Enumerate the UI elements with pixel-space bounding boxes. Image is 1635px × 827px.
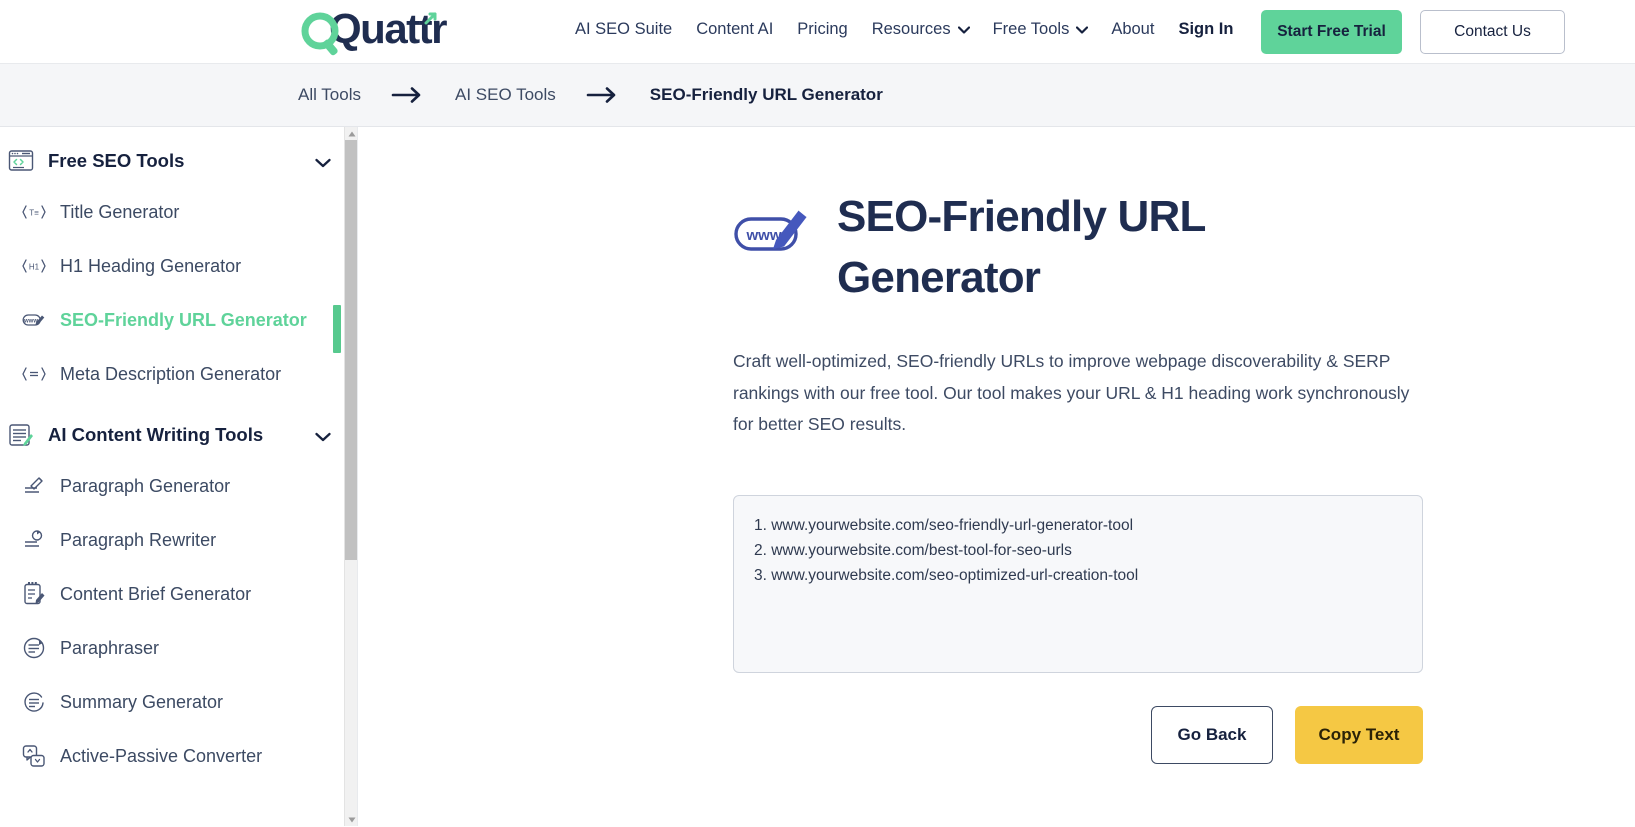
page-title: SEO-Friendly URL Generator [837,192,1206,302]
clipboard-edit-icon [22,582,46,606]
paragraph-refresh-icon [22,528,46,552]
nav-label: About [1111,20,1155,38]
page-description: Craft well-optimized, SEO-friendly URLs … [733,351,1410,434]
meta-tag-icon [22,362,46,386]
chat-swap-icon [22,744,46,768]
chevron-down-icon[interactable] [315,158,331,167]
chevron-down-icon [1076,26,1089,34]
scroll-up-arrow-icon[interactable] [345,127,357,140]
url-pencil-icon: www [22,308,46,332]
sidebar-item-label: Title Generator [60,201,180,222]
breadcrumb: All Tools AI SEO Tools SEO-Friendly URL … [0,64,1635,127]
sidebar-item-summary-generator[interactable]: Summary Generator [0,675,344,729]
breadcrumb-item-ai-seo-tools[interactable]: AI SEO Tools [455,85,556,105]
sidebar: Free SEO Tools T≡ Title Generator H1 H1 … [0,127,358,826]
nav-item-free-tools[interactable]: Free Tools [992,20,1089,39]
start-free-trial-button[interactable]: Start Free Trial [1261,10,1402,54]
go-back-button[interactable]: Go Back [1151,705,1273,764]
breadcrumb-item-current: SEO-Friendly URL Generator [649,85,883,104]
nav-item-resources[interactable]: Resources [871,20,970,39]
sidebar-item-label: SEO-Friendly URL Generator [60,309,307,330]
nav-item-about[interactable]: About [1111,20,1154,39]
sidebar-scroll-region: Free SEO Tools T≡ Title Generator H1 H1 … [0,127,344,826]
summary-lines-icon [22,690,46,714]
logo-spark-icon [424,12,437,25]
action-button-row: Go Back Copy Text [733,705,1423,764]
svg-text:T≡: T≡ [29,209,39,218]
document-pencil-icon [8,422,34,448]
paragraph-pen-icon [22,474,46,498]
scroll-down-arrow-icon[interactable] [345,813,357,826]
sidebar-item-title-generator[interactable]: T≡ Title Generator [0,185,344,239]
h1-tag-icon: H1 [22,254,46,278]
sidebar-item-paragraph-generator[interactable]: Paragraph Generator [0,459,344,513]
sidebar-item-label: Paragraph Generator [60,475,231,496]
breadcrumb-item-all-tools[interactable]: All Tools [298,85,361,105]
nav-item-ai-seo-suite[interactable]: AI SEO Suite [575,20,672,39]
sidebar-item-active-passive-converter[interactable]: Active-Passive Converter [0,729,344,783]
nav-label: Free Tools [992,20,1070,38]
sidebar-item-label: Paraphraser [60,637,160,658]
sidebar-group-title: Free SEO Tools [48,150,185,171]
breadcrumb-arrow-icon [586,87,620,103]
circle-lines-icon [22,636,46,660]
page-heading-row: www SEO-Friendly URL Generator [733,187,1413,308]
nav-item-content-ai[interactable]: Content AI [696,20,773,39]
result-line: 3. www.yourwebsite.com/seo-optimized-url… [754,567,1139,585]
sidebar-item-label: Paragraph Rewriter [60,529,217,550]
nav-links: AI SEO Suite Content AI Pricing Resource… [575,20,1233,39]
sidebar-item-label: Content Brief Generator [60,583,252,604]
main-content: www SEO-Friendly URL Generator Craft wel… [358,127,1635,826]
sidebar-scrollbar[interactable] [344,127,357,826]
scrollbar-thumb[interactable] [345,140,357,560]
browser-code-icon [8,148,34,174]
chevron-down-icon [957,26,970,34]
www-pencil-icon: www [733,199,811,263]
sidebar-item-label: Active-Passive Converter [60,745,263,766]
nav-label: Resources [871,20,951,38]
sidebar-item-label: Summary Generator [60,691,224,712]
sidebar-item-content-brief-generator[interactable]: Content Brief Generator [0,567,344,621]
breadcrumb-arrow-icon [391,87,425,103]
svg-text:H1: H1 [29,263,40,272]
contact-us-button[interactable]: Contact Us [1420,10,1565,54]
logo-magnifier-icon [301,12,339,56]
nav-item-pricing[interactable]: Pricing [797,20,847,39]
sidebar-group-title: AI Content Writing Tools [48,424,264,445]
page-body: Free SEO Tools T≡ Title Generator H1 H1 … [0,127,1635,826]
top-navigation-bar: Quattr AI SEO Suite Content AI Pricing R… [0,0,1635,64]
sidebar-item-seo-friendly-url-generator[interactable]: www SEO-Friendly URL Generator [0,293,344,347]
sidebar-group-free-seo-tools[interactable]: Free SEO Tools [0,137,344,185]
nav-label: Content AI [696,20,774,38]
active-item-indicator [333,305,341,353]
sidebar-item-paragraph-rewriter[interactable]: Paragraph Rewriter [0,513,344,567]
copy-text-button[interactable]: Copy Text [1295,705,1423,764]
result-line: 1. www.yourwebsite.com/seo-friendly-url-… [754,516,1134,534]
sidebar-item-h1-heading-generator[interactable]: H1 H1 Heading Generator [0,239,344,293]
quattr-logo[interactable]: Quattr [298,8,448,56]
sidebar-item-meta-description-generator[interactable]: Meta Description Generator [0,347,344,401]
sidebar-item-paraphraser[interactable]: Paraphraser [0,621,344,675]
nav-label: AI SEO Suite [575,20,673,38]
chevron-down-icon[interactable] [315,432,331,441]
sidebar-item-label: H1 Heading Generator [60,255,242,276]
title-tag-icon: T≡ [22,200,46,224]
result-line: 2. www.yourwebsite.com/best-tool-for-seo… [754,541,1072,559]
results-output-box[interactable]: 1. www.yourwebsite.com/seo-friendly-url-… [733,494,1423,673]
nav-label: Sign In [1178,20,1234,38]
sidebar-item-label: Meta Description Generator [60,363,282,384]
sidebar-group-ai-content-writing-tools[interactable]: AI Content Writing Tools [0,411,344,459]
nav-item-sign-in[interactable]: Sign In [1178,20,1233,39]
nav-label: Pricing [797,20,848,38]
